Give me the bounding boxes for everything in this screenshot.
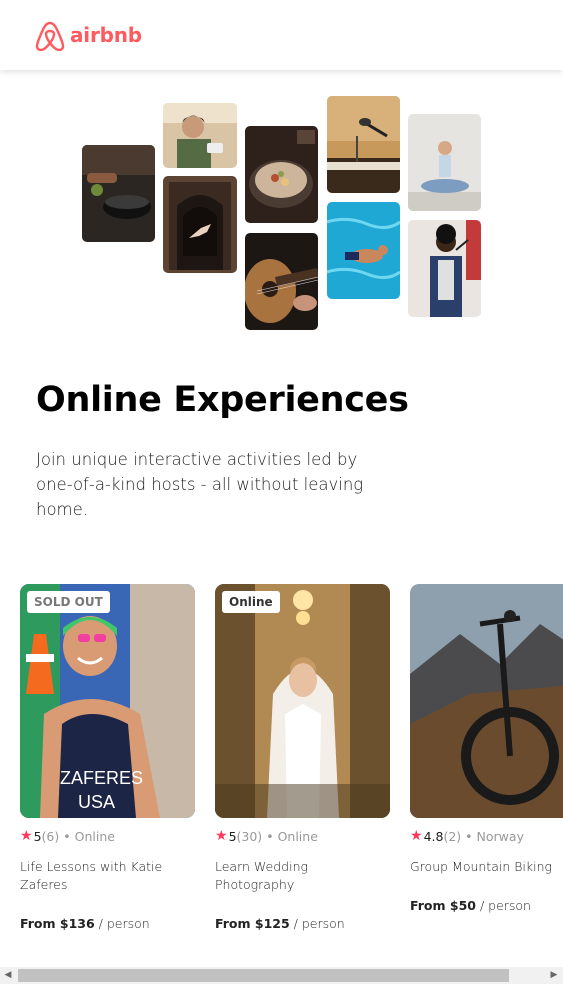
photo-swimmer xyxy=(327,202,400,299)
online-badge: Online xyxy=(222,591,280,613)
experience-cards-carousel[interactable]: ZAFERES USA SOLD OUT ★ 5 (6) • Online Li… xyxy=(20,584,563,954)
card-price: From $50 / person xyxy=(410,898,563,913)
athlete-photo: ZAFERES USA xyxy=(20,584,195,818)
card-rating: 5 xyxy=(33,828,42,844)
photo-dancer-doorway xyxy=(163,176,237,273)
mountain-bike-photo xyxy=(410,584,563,818)
hero-description: Join unique interactive activities led b… xyxy=(36,450,364,519)
card-stats: ★ 5 (30) • Online xyxy=(215,828,390,844)
card-rating: 4.8 xyxy=(423,828,444,844)
price-from: From $50 xyxy=(410,898,476,913)
photo-microphone-keyboard xyxy=(327,96,400,193)
price-from: From $125 xyxy=(215,916,290,931)
card-price: From $136 / person xyxy=(20,916,195,931)
scroll-right-arrow-icon[interactable]: ▶ xyxy=(549,970,559,981)
scroll-left-arrow-icon[interactable]: ◀ xyxy=(3,970,13,981)
card-review-count: (2) xyxy=(443,828,462,844)
star-icon: ★ xyxy=(215,828,228,844)
star-icon: ★ xyxy=(410,828,423,844)
singer-image xyxy=(408,220,481,317)
photo-cooking-pot xyxy=(82,145,155,242)
separator-dot: • xyxy=(63,828,71,844)
card-price: From $125 / person xyxy=(215,916,390,931)
airbnb-belo-icon xyxy=(35,21,65,51)
card-photo[interactable]: Online xyxy=(215,584,390,818)
card-location: Online xyxy=(277,828,318,844)
card-stats: ★ 5 (6) • Online xyxy=(20,828,195,844)
separator-dot: • xyxy=(465,828,473,844)
card-title[interactable]: Life Lessons with Katie Zaferes xyxy=(20,858,180,894)
card-rating: 5 xyxy=(228,828,237,844)
dancer-doorway-image xyxy=(163,176,237,273)
experience-card[interactable]: Online ★ 5 (30) • Online Learn Wedding P… xyxy=(215,584,390,931)
card-location: Online xyxy=(74,828,115,844)
yoga-image xyxy=(408,114,481,211)
photo-food-bowl xyxy=(245,126,318,223)
bride-photo xyxy=(215,584,390,818)
price-per: / person xyxy=(98,916,150,931)
experience-card[interactable]: ZAFERES USA SOLD OUT ★ 5 (6) • Online Li… xyxy=(20,584,195,931)
card-review-count: (6) xyxy=(41,828,60,844)
guitar-image xyxy=(245,233,318,330)
price-per: / person xyxy=(479,898,531,913)
page-title: Online Experiences xyxy=(36,380,409,420)
card-photo[interactable] xyxy=(410,584,563,818)
star-icon: ★ xyxy=(20,828,33,844)
card-photo[interactable]: ZAFERES USA SOLD OUT xyxy=(20,584,195,818)
microphone-image xyxy=(327,96,400,193)
cooking-pot-image xyxy=(82,145,155,242)
swimmer-image xyxy=(327,202,400,299)
card-title[interactable]: Learn Wedding Photography xyxy=(215,858,375,894)
photo-singer xyxy=(408,220,481,317)
svg-text:USA: USA xyxy=(78,792,115,812)
horizontal-scrollbar[interactable]: ◀ ▶ xyxy=(0,967,563,984)
photo-yoga xyxy=(408,114,481,211)
card-stats: ★ 4.8 (2) • Norway xyxy=(410,828,563,844)
experience-card[interactable]: ★ 4.8 (2) • Norway Group Mountain Biking… xyxy=(410,584,563,913)
top-header: airbnb xyxy=(0,0,563,70)
card-review-count: (30) xyxy=(236,828,263,844)
photo-acoustic-guitar xyxy=(245,233,318,330)
price-from: From $136 xyxy=(20,916,95,931)
brand-wordmark: airbnb xyxy=(70,23,142,47)
woman-camera-image xyxy=(163,103,237,168)
scrollbar-thumb[interactable] xyxy=(18,969,509,982)
sold-out-badge: SOLD OUT xyxy=(27,591,110,613)
separator-dot: • xyxy=(266,828,274,844)
card-title[interactable]: Group Mountain Biking xyxy=(410,858,563,876)
price-per: / person xyxy=(293,916,345,931)
photo-woman-camera xyxy=(163,103,237,168)
svg-text:ZAFERES: ZAFERES xyxy=(60,768,143,788)
airbnb-logo[interactable]: airbnb xyxy=(35,19,142,51)
food-bowl-image xyxy=(245,126,318,223)
card-location: Norway xyxy=(476,828,524,844)
